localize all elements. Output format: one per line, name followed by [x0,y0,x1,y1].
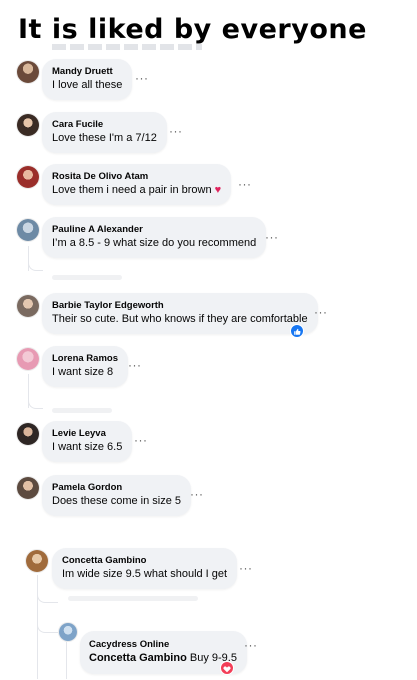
comment-bubble: Rosita De Olivo Atam Love them i need a … [42,164,232,205]
reply-connector [37,586,58,603]
comment-text: I want size 8 [52,366,114,378]
comment-text: I’m a 8.5 - 9 what size do you recommend [52,237,257,249]
comment-bubble: Pamela Gordon Does these come in size 5 [42,475,192,516]
avatar[interactable] [17,219,39,241]
avatar[interactable] [17,114,39,136]
avatar[interactable] [17,166,39,188]
more-options-button[interactable]: ··· [134,434,148,446]
more-options-button[interactable]: ··· [314,306,328,318]
comment-bubble: Concetta Gambino Im wide size 9.5 what s… [52,548,238,589]
more-options-button[interactable]: ··· [190,488,204,500]
comment-bubble: Levie Leyva I want size 6.5 [42,421,133,462]
reply-connector [28,256,43,271]
commenter-name[interactable]: Mandy Druett [52,65,122,78]
mention-link[interactable]: Concetta Gambino [89,652,187,664]
comment-text: I love all these [52,79,123,91]
page-avatar[interactable] [59,623,77,641]
more-options-button[interactable]: ··· [238,178,252,190]
comment-bubble: Lorena Ramos I want size 8 [42,346,128,387]
more-options-button[interactable]: ··· [169,125,183,137]
replier-name[interactable]: Cacydress Online [89,638,237,651]
comment-bubble: Cara Fucile Love these I'm a 7/12 [42,112,167,153]
collapsed-reply-placeholder [68,596,198,601]
more-options-button[interactable]: ··· [135,72,149,84]
comment-text: Love them i need a pair in brown ♥ [52,183,221,198]
comment-bubble: Pauline A Alexander I’m a 8.5 - 9 what s… [42,217,267,258]
like-reaction-icon[interactable] [290,324,304,338]
avatar[interactable] [17,477,39,499]
commenter-name[interactable]: Concetta Gambino [62,554,227,567]
commenter-name[interactable]: Pamela Gordon [52,481,181,494]
reply-text: Concetta Gambino Buy 9-9.5 [89,651,237,666]
commenter-name[interactable]: Lorena Ramos [52,352,118,365]
avatar[interactable] [17,423,39,445]
avatar[interactable] [26,550,48,572]
love-reaction-icon[interactable] [220,661,234,675]
comment-text: I want size 6.5 [52,441,123,453]
heart-emoji-icon: ♥ [214,184,222,196]
reply-connector [37,612,58,633]
comment-text-body: Love them i need a pair in brown [52,184,212,196]
reply-thread-line [66,642,67,679]
comment-text: Im wide size 9.5 what should I get [62,568,228,580]
faded-timestamp-strip [52,44,202,50]
commenter-name[interactable]: Cara Fucile [52,118,157,131]
collapsed-reply-placeholder [52,275,122,280]
commenter-name[interactable]: Pauline A Alexander [52,223,256,236]
comment-bubble: Barbie Taylor Edgeworth Their so cute. B… [42,293,318,334]
more-options-button[interactable]: ··· [239,562,253,574]
more-options-button[interactable]: ··· [265,231,279,243]
more-options-button[interactable]: ··· [244,639,258,651]
commenter-name[interactable]: Levie Leyva [52,427,122,440]
commenter-name[interactable]: Rosita De Olivo Atam [52,170,221,183]
comment-text: Love these I'm a 7/12 [52,132,157,144]
more-options-button[interactable]: ··· [128,359,142,371]
avatar[interactable] [17,295,39,317]
page-headline: It is liked by everyone [18,14,367,45]
comment-text: Their so cute. But who knows if they are… [52,313,308,325]
avatar[interactable] [17,348,39,370]
commenter-name[interactable]: Barbie Taylor Edgeworth [52,299,308,312]
collapsed-reply-placeholder [52,408,112,413]
comment-text: Does these come in size 5 [52,495,182,507]
comment-bubble: Mandy Druett I love all these [42,59,133,100]
reply-connector [28,394,43,409]
avatar[interactable] [17,61,39,83]
